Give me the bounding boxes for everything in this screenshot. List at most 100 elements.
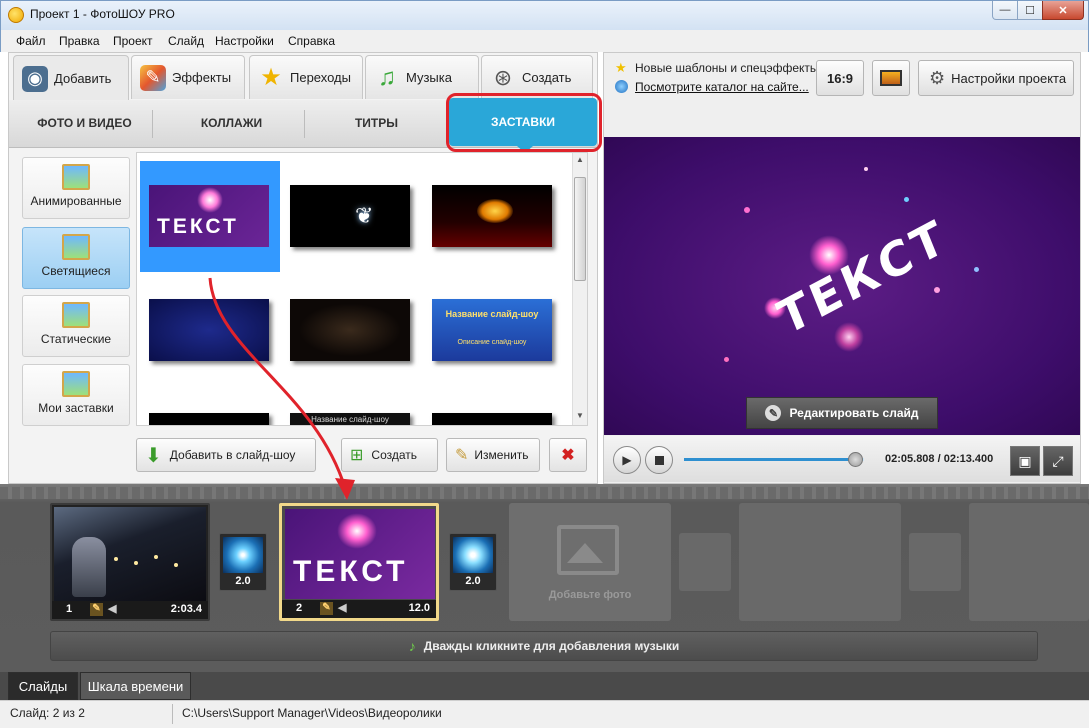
camera-icon: ◉ bbox=[22, 65, 48, 92]
slide-1-duration: 2:03.4 bbox=[170, 603, 202, 615]
subtab-photo-video[interactable]: ФОТО И ВИДЕО bbox=[27, 116, 142, 130]
edit-button[interactable]: ✎ Изменить bbox=[446, 438, 540, 472]
speaker-icon[interactable]: ◀ bbox=[108, 602, 121, 615]
menu-bar: Файл Правка Проект Слайд Настройки Справ… bbox=[0, 30, 1089, 52]
mountain-shape bbox=[567, 543, 603, 563]
create-label: Создать bbox=[371, 448, 418, 462]
tab-add-label: Добавить bbox=[54, 71, 112, 86]
thumb-subtitle: Описание слайд-шоу bbox=[457, 339, 527, 346]
menu-settings[interactable]: Настройки bbox=[215, 34, 274, 48]
delete-icon: ✖ bbox=[561, 447, 575, 464]
status-bar: Слайд: 2 из 2 C:\Users\Support Manager\V… bbox=[0, 700, 1089, 728]
scrollbar[interactable]: ▲ ▼ bbox=[572, 153, 587, 425]
intro-thumb-fire[interactable] bbox=[432, 185, 552, 247]
empty-slide-slot bbox=[969, 503, 1089, 621]
sparkle bbox=[904, 197, 909, 202]
scroll-down-icon[interactable]: ▼ bbox=[576, 411, 584, 420]
pencil-icon[interactable]: ✎ bbox=[90, 603, 103, 616]
subtab-collages[interactable]: КОЛЛАЖИ bbox=[169, 116, 294, 130]
animated-icon bbox=[62, 164, 90, 190]
category-animated-label: Анимированные bbox=[30, 194, 122, 208]
play-button[interactable]: ▶ bbox=[613, 446, 641, 474]
edit-slide-label: Редактировать слайд bbox=[789, 406, 919, 420]
slide-2-image: ТЕКСТ bbox=[285, 509, 435, 599]
music-note-icon: ♫ bbox=[378, 63, 396, 91]
slide-1-image bbox=[54, 507, 206, 601]
intro-thumb-butterfly[interactable]: ❦ bbox=[290, 185, 410, 247]
down-arrow-icon: ⬇ bbox=[145, 444, 162, 467]
project-settings-button[interactable]: ⚙ Настройки проекта bbox=[918, 60, 1074, 96]
tab-slides[interactable]: Слайды bbox=[8, 672, 78, 700]
menu-project[interactable]: Проект bbox=[113, 34, 153, 48]
add-photo-slot[interactable]: Добавьте фото bbox=[509, 503, 671, 621]
scroll-up-icon[interactable]: ▲ bbox=[576, 155, 584, 164]
tab-add[interactable]: ◉ Добавить bbox=[13, 55, 129, 101]
delete-button[interactable]: ✖ bbox=[549, 438, 587, 472]
sparkle bbox=[934, 287, 940, 293]
pencil-icon: ✎ bbox=[765, 405, 782, 421]
subtab-titles[interactable]: ТИТРЫ bbox=[319, 116, 434, 130]
transition-1-duration: 2.0 bbox=[235, 575, 251, 587]
snapshot-button[interactable]: ▣ bbox=[1010, 446, 1040, 476]
slide-1-info: 1 ✎ ◀ 2:03.4 bbox=[52, 601, 208, 619]
menu-edit[interactable]: Правка bbox=[59, 34, 100, 48]
sparkle bbox=[974, 267, 979, 272]
category-glowing[interactable]: Светящиеся bbox=[22, 227, 130, 289]
stop-button[interactable] bbox=[645, 446, 673, 474]
menu-slide[interactable]: Слайд bbox=[168, 34, 204, 48]
close-button[interactable]: ✕ bbox=[1042, 1, 1084, 20]
sparkle-icon bbox=[197, 187, 223, 213]
progress-knob[interactable] bbox=[848, 452, 863, 467]
empty-transition-slot bbox=[909, 533, 961, 591]
window-title: Проект 1 - ФотоШОУ PRO bbox=[30, 7, 175, 21]
menu-help[interactable]: Справка bbox=[288, 34, 335, 48]
pencil-icon[interactable]: ✎ bbox=[320, 602, 333, 615]
catalog-link[interactable]: Посмотрите каталог на сайте... bbox=[635, 80, 809, 94]
figure bbox=[72, 537, 106, 597]
sparkle-icon bbox=[337, 513, 377, 549]
slide-1[interactable]: 1 ✎ ◀ 2:03.4 bbox=[50, 503, 210, 621]
speaker-icon[interactable]: ◀ bbox=[338, 601, 351, 614]
scroll-thumb[interactable] bbox=[574, 177, 586, 281]
project-path: C:\Users\Support Manager\Videos\Видеорол… bbox=[182, 706, 442, 720]
intro-thumb-title[interactable]: Название слайд-шоу Описание слайд-шоу bbox=[432, 299, 552, 361]
tab-timeline[interactable]: Шкала времени bbox=[80, 672, 191, 700]
tab-transitions[interactable]: ★ Переходы bbox=[249, 55, 363, 99]
slide-2-info: 2 ✎ ◀ 12.0 bbox=[282, 600, 436, 618]
maximize-button[interactable]: ☐ bbox=[1017, 1, 1043, 20]
slide-2[interactable]: ТЕКСТ 2 ✎ ◀ 12.0 bbox=[279, 503, 439, 621]
category-animated[interactable]: Анимированные bbox=[22, 157, 130, 219]
butterfly-icon: ❦ bbox=[355, 203, 374, 228]
film-strip-decoration bbox=[0, 487, 1089, 499]
menu-file[interactable]: Файл bbox=[16, 34, 46, 48]
app-logo-icon bbox=[8, 7, 24, 23]
transition-1-image bbox=[223, 537, 263, 573]
tab-effects[interactable]: ✎ Эффекты bbox=[131, 55, 245, 99]
intro-thumb-black[interactable] bbox=[432, 413, 552, 425]
transition-1[interactable]: 2.0 bbox=[219, 533, 267, 591]
fullscreen-button[interactable]: ⤢ bbox=[1043, 446, 1073, 476]
fire-icon bbox=[477, 199, 513, 223]
play-icon: ▶ bbox=[622, 453, 632, 467]
category-static[interactable]: Статические bbox=[22, 295, 130, 357]
aspect-ratio-button[interactable]: 16:9 bbox=[816, 60, 864, 96]
star-icon: ★ bbox=[260, 64, 282, 91]
sparkle bbox=[864, 167, 868, 171]
minimize-button[interactable]: — bbox=[992, 1, 1018, 20]
thumb-title: Название слайд-шоу bbox=[445, 309, 539, 319]
intro-thumb-text[interactable]: ТЕКСТ bbox=[149, 185, 269, 247]
category-my-intros[interactable]: Мои заставки bbox=[22, 364, 130, 426]
progress-track[interactable] bbox=[684, 458, 864, 461]
divider bbox=[152, 110, 153, 138]
fullscreen-icon: ⤢ bbox=[1052, 452, 1064, 469]
annotation-arrow bbox=[208, 277, 355, 500]
progress-fill bbox=[684, 458, 855, 461]
background-button[interactable] bbox=[872, 60, 910, 96]
music-track-bar[interactable]: ♪ Дважды кликните для добавления музыки bbox=[50, 631, 1038, 661]
music-note-icon: ♪ bbox=[408, 638, 416, 654]
edit-slide-button[interactable]: ✎ Редактировать слайд bbox=[746, 397, 938, 429]
transition-2[interactable]: 2.0 bbox=[449, 533, 497, 591]
pencil-icon: ✎ bbox=[455, 447, 469, 464]
edit-label: Изменить bbox=[474, 448, 529, 462]
divider bbox=[172, 704, 173, 724]
